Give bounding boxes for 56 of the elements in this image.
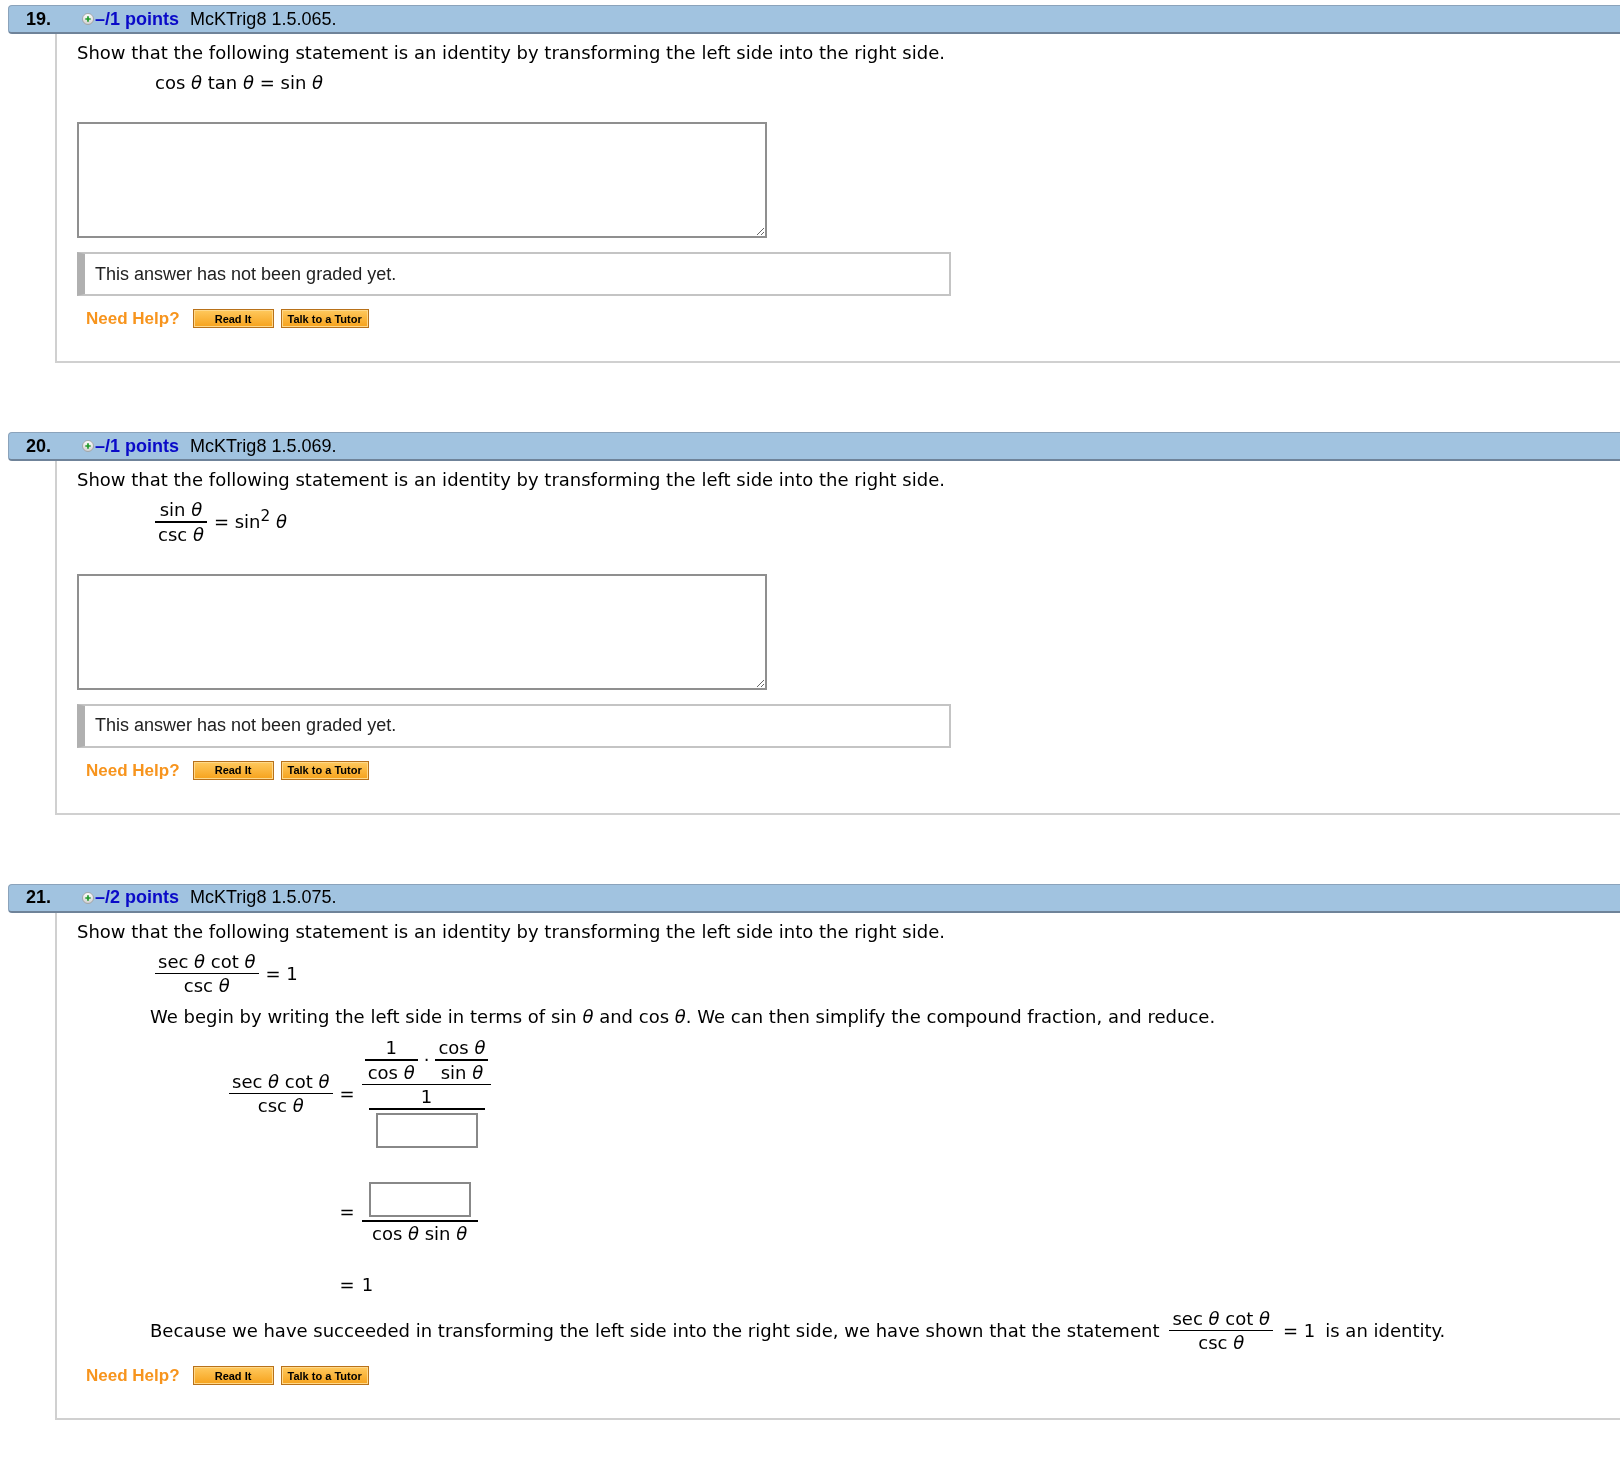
help-button[interactable]: Talk to a Tutor [280,760,369,780]
math-text: · [423,1049,430,1071]
math-text: = sin$^{2}$ θ [213,511,287,533]
math-text: sin θ [440,1061,484,1083]
plus-circle-icon[interactable] [82,13,95,25]
math-text: sec θ cot θ [232,1070,330,1092]
question-number: 21. [26,887,52,909]
points-label: –/1 points [95,435,180,457]
math-text: csc θ [158,523,204,545]
question-number: 20. [26,435,52,457]
help-button[interactable]: Talk to a Tutor [280,1366,369,1386]
plus-circle-icon[interactable] [82,891,95,904]
math-text: = 1 [1283,1319,1316,1341]
help-button[interactable]: Read It [192,1366,274,1386]
help-button[interactable]: Read It [192,760,274,780]
problem-source: McKTrig8 1.5.065. [190,8,337,30]
answer-field[interactable] [77,122,767,238]
plus-circle-icon[interactable] [82,440,95,452]
question-prompt: Show that the following statement is an identity by transforming the left side into the right side. [77,920,946,942]
equals-sign: = [339,1273,355,1295]
question-prompt: Show that the following statement is an identity by transforming the left side into the right side. [77,42,946,63]
explanation-text: We begin by writing the left side in terms of sin θ and cos θ. We can then simplify the compound fraction, and reduce. [150,1006,1217,1028]
equals-sign: = [339,1201,355,1223]
math-text: cos θ tan θ = sin θ [155,72,324,93]
math-text: csc θ [1198,1332,1245,1354]
math-text: cos θ sin θ [372,1222,468,1244]
question-number: 19. [26,8,52,30]
sentence-text: Because we have succeeded in transforming the left side into the right side, we have shown that the statement [150,1319,1160,1341]
math-text: sec θ cot θ [1172,1307,1270,1329]
need-help-label: Need Help? [86,309,180,328]
answer-box[interactable] [375,1112,478,1148]
sentence-text: is an identity. [1325,1319,1446,1341]
need-help-label: Need Help? [86,760,180,780]
need-help-label: Need Help? [86,1366,180,1386]
problem-source: McKTrig8 1.5.075. [190,887,337,909]
question-prompt: Show that the following statement is an identity by transforming the left side into the right side. [77,469,946,490]
problem-source: McKTrig8 1.5.069. [190,435,337,457]
math-text: sin θ [159,499,203,520]
math-text: cos θ [367,1061,415,1083]
help-button[interactable]: Talk to a Tutor [280,309,369,328]
points-label: –/1 points [95,8,180,30]
math-text: 1 [385,1037,397,1059]
math-text: csc θ [257,1095,304,1117]
math-text: 1 [361,1273,374,1295]
answer-box[interactable] [368,1181,471,1217]
points-label: –/2 points [95,887,180,909]
math-text: cos θ [438,1037,486,1059]
help-button[interactable]: Read It [192,309,274,328]
math-text: = 1 [265,962,298,984]
math-text: 1 [420,1086,433,1108]
answer-field[interactable] [77,573,767,690]
math-text: sec θ cot θ [158,950,256,972]
equals-sign: = [339,1083,355,1105]
notice-text: This answer has not been graded yet. [95,263,397,285]
notice-text: This answer has not been graded yet. [95,715,397,737]
math-text: csc θ [183,975,230,997]
